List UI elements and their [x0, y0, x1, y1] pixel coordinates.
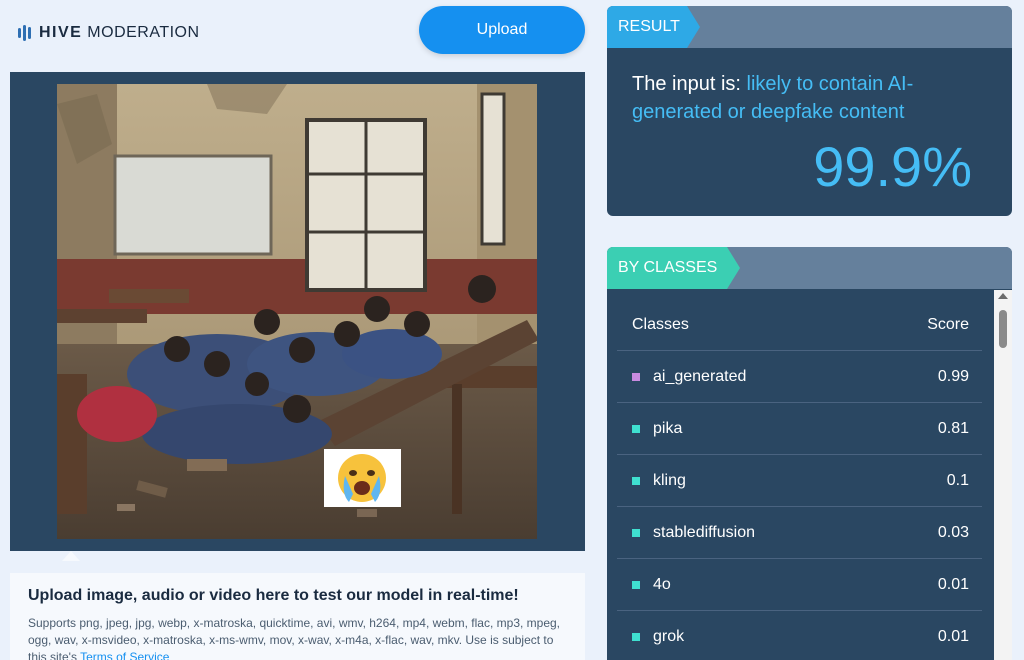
result-tag: RESULT — [607, 6, 700, 48]
col-classes: Classes — [632, 315, 689, 333]
class-row: pika 0.81 — [617, 403, 982, 455]
class-row: 4o 0.01 — [617, 559, 982, 611]
classes-tag: BY CLASSES — [607, 247, 740, 289]
classes-scrollbar[interactable] — [994, 290, 1012, 660]
result-verdict: The input is: likely to contain AI-gener… — [632, 73, 914, 123]
classes-table-header: Classes Score — [617, 299, 982, 351]
class-color-dot — [632, 632, 640, 641]
hive-logo[interactable]: HIVE MODERATION — [18, 24, 200, 42]
upload-info-title: Upload image, audio or video here to tes… — [28, 587, 519, 604]
result-header: RESULT — [607, 6, 1012, 48]
terms-link[interactable]: Terms of Service — [80, 650, 169, 660]
class-row: kling 0.1 — [617, 455, 982, 507]
class-color-dot — [632, 580, 640, 589]
classes-card: BY CLASSES Classes Score ai_generated 0.… — [607, 247, 1012, 660]
crying-face-icon — [324, 449, 401, 507]
classes-table: Classes Score ai_generated 0.99 pika 0.8… — [617, 299, 982, 660]
supported-formats: Supports png, jpeg, jpg, webp, x-matrosk… — [28, 615, 567, 660]
panel-caret — [62, 551, 80, 561]
class-color-dot — [632, 476, 640, 485]
result-score: 99.9% — [813, 135, 972, 198]
col-score: Score — [927, 315, 969, 333]
class-color-dot — [632, 424, 640, 433]
upload-info: Upload image, audio or video here to tes… — [10, 573, 585, 660]
result-card: RESULT The input is: likely to contain A… — [607, 6, 1012, 216]
scroll-up-icon[interactable] — [998, 293, 1008, 299]
scroll-thumb[interactable] — [999, 310, 1007, 348]
brand-name: HIVE MODERATION — [39, 24, 200, 41]
upload-button[interactable]: Upload — [419, 6, 585, 54]
classes-header: BY CLASSES — [607, 247, 1012, 289]
class-row: ai_generated 0.99 — [617, 351, 982, 403]
hive-bars-icon — [18, 25, 31, 41]
class-row: stablediffusion 0.03 — [617, 507, 982, 559]
class-color-dot — [632, 372, 640, 381]
image-preview-panel — [10, 72, 585, 551]
class-color-dot — [632, 528, 640, 537]
uploaded-image — [57, 84, 537, 539]
class-row: grok 0.01 — [617, 611, 982, 660]
